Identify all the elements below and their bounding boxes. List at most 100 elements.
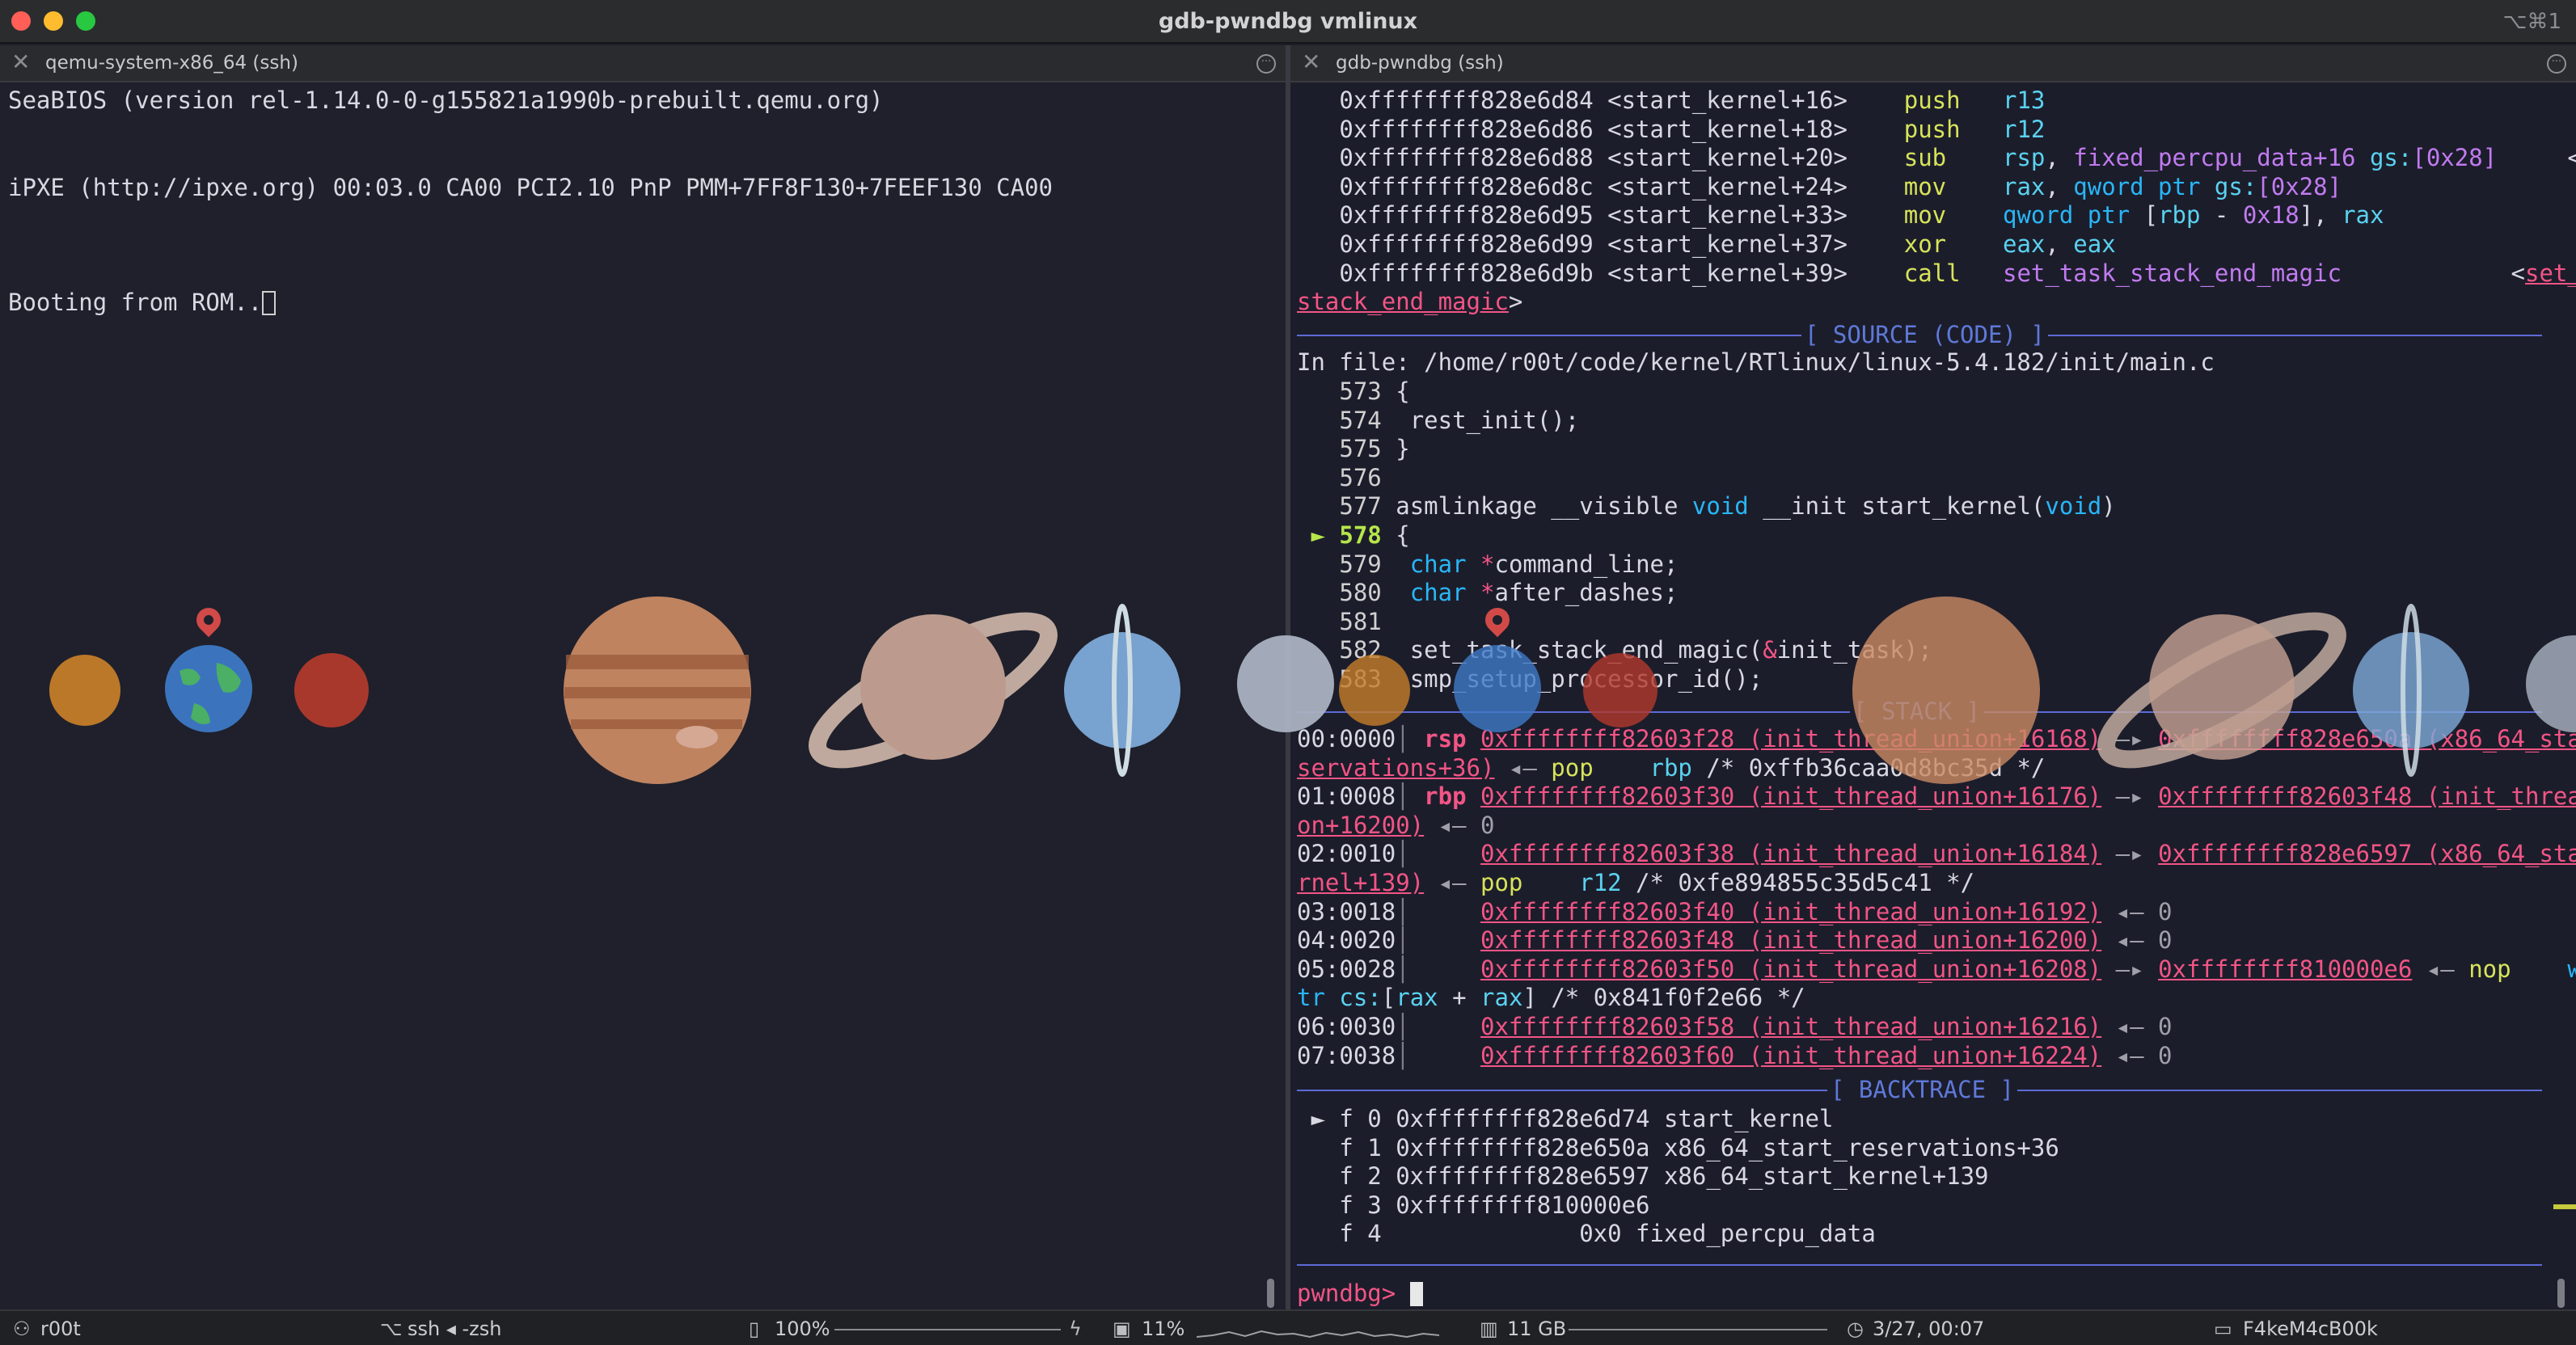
source-text: } (1396, 435, 1410, 463)
stack-line: 00:0000│ rsp 0xffffffff82603f28 (init_th… (1297, 724, 2576, 753)
source-space (1382, 377, 1396, 405)
close-icon[interactable]: ✕ (11, 48, 30, 75)
stack-line: 05:0028│ 0xffffffff82603f50 (init_thread… (1297, 955, 2576, 984)
disasm-address: 0xffffffff828e6d88 (1297, 144, 1608, 172)
gdb-prompt-line[interactable]: pwndbg> (1297, 1279, 1423, 1308)
source-line-number: 578 (1339, 521, 1382, 549)
gdb-prompt: pwndbg> (1297, 1280, 1410, 1307)
stack-register (1410, 840, 1480, 867)
disasm-address: 0xffffffff828e6d8c (1297, 172, 1608, 200)
stack-register: rbp (1409, 782, 1480, 811)
source-space (1382, 435, 1396, 462)
source-line-number: 577 (1339, 492, 1382, 521)
source-line: 574 rest_init(); (1297, 406, 1579, 435)
ipxe-line: iPXE (http://ipxe.org) 00:03.0 CA00 PCI2… (8, 174, 1054, 201)
stack-value: rnel+139) (1297, 869, 1425, 896)
source-line-number: 579 (1339, 550, 1382, 578)
status-cpu: 11% (1142, 1318, 1185, 1340)
stack-header: [ STACK ] (1850, 697, 1984, 726)
disasm-wrap-line: stack_end_magic> (1297, 287, 1522, 316)
source-gutter (1297, 550, 1339, 578)
disasm-operand: eax (2002, 230, 2046, 258)
stack-value: 0xffffffff82603f48 (init_thread_uni (2158, 782, 2576, 811)
disasm-operand: eax (2073, 230, 2116, 258)
source-line: ► 578 { (1297, 521, 1410, 550)
disasm-operand: - (2200, 201, 2243, 230)
user-icon: ⚇ (13, 1318, 31, 1340)
stack-arrow: ◂— 0 (2101, 1041, 2173, 1069)
source-text: set_task_stack_end_magic( (1396, 636, 1763, 664)
stack-arrow: —▸ (2101, 782, 2159, 811)
source-space (1382, 464, 1396, 491)
disasm-symbol: <start_kernel+16> (1607, 86, 1848, 114)
source-file-path: In file: /home/r00t/code/kernel/RTlinux/… (1297, 348, 2215, 376)
source-operator: * (1466, 550, 1495, 578)
stack-offset: 00:0000 (1297, 725, 1396, 753)
disasm-instruction: push (1847, 115, 2003, 143)
stack-line: 07:0038│ 0xffffffff82603f60 (init_thread… (1297, 1041, 2173, 1070)
disasm-operand: set_task_ (2525, 259, 2576, 287)
source-gutter (1297, 579, 1339, 606)
source-operator: & (1763, 636, 1777, 664)
backtrace-text: ► f 0 0xffffffff828e6d74 start_kernel (1297, 1105, 1834, 1132)
scrollbar-left[interactable] (1267, 1279, 1274, 1308)
more-icon[interactable]: ··· (1256, 54, 1276, 74)
cpu-graph (1197, 1330, 1439, 1339)
stack-line: 02:0010│ 0xffffffff82603f38 (init_thread… (1297, 839, 2576, 868)
disasm-instruction: call (1847, 259, 2003, 287)
backtrace-header: [ BACKTRACE ] (1827, 1075, 2017, 1104)
source-text: __init start_kernel( (1748, 492, 2046, 521)
source-space (1382, 636, 1396, 664)
source-keyword: char (1396, 550, 1467, 578)
stack-token: + (1438, 984, 1481, 1012)
status-session: ssh ◂ -zsh (408, 1318, 502, 1340)
disasm-symbol: <start_kernel+33> (1607, 201, 1848, 230)
terminal-cursor (262, 291, 277, 315)
disasm-line: 0xffffffff828e6d84 <start_kernel+16> pus… (1297, 86, 2045, 115)
disasm-symbol: <start_kernel+18> (1607, 115, 1848, 143)
cpu-icon: ▣ (1113, 1318, 1131, 1340)
stack-address: 0xffffffff82603f60 (init_thread_union+16… (1480, 1041, 2102, 1069)
source-text: { (1396, 521, 1410, 549)
stack-register (1410, 955, 1480, 983)
tab-gdb[interactable]: ✕ gdb-pwndbg (ssh) ··· (1290, 45, 2576, 82)
boot-line: Booting from ROM.. (8, 288, 277, 317)
qemu-terminal-pane[interactable]: SeaBIOS (version rel-1.14.0-0-g155821a19… (0, 84, 1286, 1309)
stack-separator: │ (1396, 1013, 1410, 1040)
source-gutter (1297, 407, 1339, 434)
stack-arrow: ◂— 0 (2101, 1013, 2173, 1040)
disasm-operand: rbp (2158, 201, 2201, 230)
stack-offset: 06:0030 (1297, 1013, 1396, 1040)
source-space (1382, 550, 1396, 578)
stack-register: r12 (1522, 869, 1622, 896)
close-icon[interactable]: ✕ (1302, 48, 1320, 75)
status-bar: ⚇ r00t ⌥ ssh ◂ -zsh ▯ 100% ϟ ▣ 11% ▥ 11 … (0, 1309, 2576, 1345)
source-keyword: void (2045, 492, 2102, 521)
disasm-line: 0xffffffff828e6d9b <start_kernel+39> cal… (1297, 259, 2576, 288)
stack-value: 0xffffffff828e650a (x86_64_start_re (2158, 725, 2576, 753)
stack-offset: 02:0010 (1297, 840, 1396, 868)
stack-offset: 04:0020 (1297, 926, 1396, 955)
source-line: 573 { (1297, 377, 1409, 406)
battery-level-bar (834, 1329, 1061, 1330)
tab-qemu[interactable]: ✕ qemu-system-x86_64 (ssh) ··· (0, 45, 1286, 82)
disasm-operand: [ (2143, 201, 2159, 230)
stack-token: tr (1297, 984, 1340, 1012)
current-line-marker-icon: ► (1297, 521, 1340, 549)
source-space (1382, 579, 1396, 606)
stack-arrow: —▸ (2101, 725, 2159, 753)
stack-register: rbp (1593, 753, 1692, 782)
stack-value: servations+36) (1297, 753, 1495, 782)
source-gutter (1297, 665, 1339, 693)
scrollbar-right[interactable] (2557, 1279, 2565, 1308)
stack-register (1410, 1013, 1480, 1040)
more-icon[interactable]: ··· (2547, 54, 2566, 74)
gdb-terminal-pane[interactable]: 0xffffffff828e6d84 <start_kernel+16> pus… (1290, 84, 2576, 1309)
stack-separator: │ (1396, 840, 1410, 868)
stack-token: rax (1480, 984, 1523, 1012)
prompt-divider (1297, 1264, 2542, 1266)
source-line: 576 (1297, 463, 1396, 492)
stack-instruction: pop (1480, 869, 1523, 896)
backtrace-text: f 3 0xffffffff810000e6 (1297, 1191, 1650, 1219)
stack-arrow: —▸ (2101, 955, 2159, 983)
